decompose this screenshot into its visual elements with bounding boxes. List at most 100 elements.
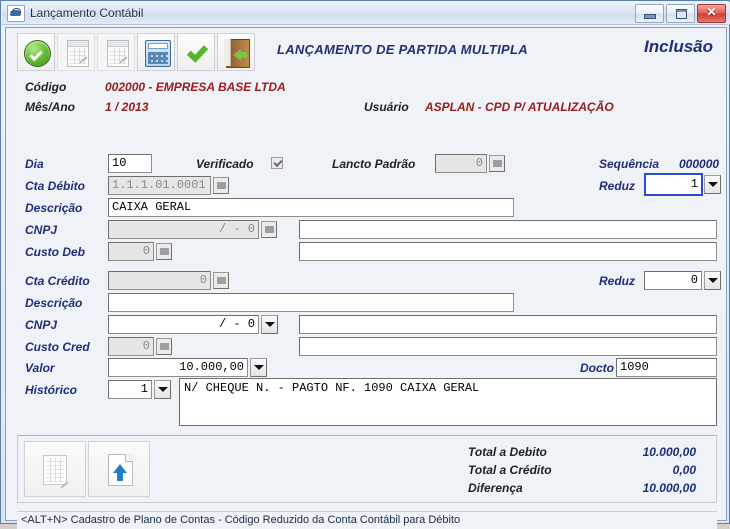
document-up-arrow-icon	[108, 454, 133, 486]
verificado-checkbox[interactable]	[271, 157, 283, 169]
green-check-icon	[185, 42, 209, 64]
reduz-debito-input[interactable]: 1	[644, 173, 703, 196]
dia-input[interactable]: 10	[108, 154, 152, 173]
application-window: Lançamento Contábil ✕ LANÇAMENTO DE PART…	[0, 0, 730, 529]
cta-credito-input: 0	[108, 271, 211, 290]
historico-label: Histórico	[25, 383, 78, 397]
lancto-padrao-lookup-button	[489, 155, 505, 172]
custo-cred-label: Custo Cred	[25, 340, 90, 354]
toolbar: LANÇAMENTO DE PARTIDA MULTIPLA Inclusão	[7, 29, 725, 76]
left-arrow-icon	[233, 49, 247, 61]
toolbar-buttons	[17, 33, 257, 71]
usuario-value: ASPLAN - CPD P/ ATUALIZAÇÃO	[425, 100, 614, 114]
diferenca-label: Diferença	[468, 481, 523, 495]
cnpj-debito-input: / - 0	[108, 220, 259, 239]
app-icon	[7, 4, 25, 22]
cta-debito-label: Cta Débito	[25, 179, 85, 193]
reduz-credito-dropdown-button[interactable]	[704, 271, 721, 290]
page-title: LANÇAMENTO DE PARTIDA MULTIPLA	[277, 42, 528, 57]
status-bar: <ALT+N> Cadastro de Plano de Contas - Có…	[17, 511, 717, 529]
totals-panel: Total a Debito 10.000,00 Total a Crédito…	[17, 435, 717, 503]
custo-deb-name-input[interactable]	[299, 242, 717, 261]
custo-deb-lookup-button	[156, 243, 172, 260]
cta-credito-lookup-button	[213, 272, 229, 289]
minimize-icon	[644, 14, 656, 19]
custo-cred-input: 0	[108, 337, 154, 356]
window-title: Lançamento Contábil	[30, 6, 144, 20]
descricao-credito-input[interactable]	[108, 293, 514, 312]
descricao-debito-label: Descrição	[25, 201, 83, 215]
close-button[interactable]: ✕	[697, 4, 726, 23]
calculator-button[interactable]	[137, 33, 175, 71]
codigo-value: 002000 - EMPRESA BASE LTDA	[105, 80, 286, 94]
pencil-icon	[79, 56, 88, 65]
cnpj-credito-name-input[interactable]	[299, 315, 717, 334]
client-area: LANÇAMENTO DE PARTIDA MULTIPLA Inclusão …	[5, 27, 727, 529]
diferenca-value: 10.000,00	[642, 481, 696, 495]
descricao-credito-label: Descrição	[25, 296, 83, 310]
valor-dropdown-button[interactable]	[250, 358, 267, 377]
import-button[interactable]	[88, 441, 150, 497]
mesano-value: 1 / 2013	[105, 100, 149, 114]
historico-dropdown-button[interactable]	[154, 380, 171, 399]
window-controls: ✕	[635, 4, 726, 23]
minimize-button[interactable]	[635, 4, 664, 23]
cnpj-debito-name-input[interactable]	[299, 220, 717, 239]
lancto-padrao-input: 0	[435, 154, 487, 173]
exit-door-icon	[224, 39, 250, 68]
cnpj-debito-lookup-button	[261, 221, 277, 238]
cnpj-debito-label: CNPJ	[25, 223, 58, 237]
total-credito-label: Total a Crédito	[468, 463, 552, 477]
cnpj-credito-dropdown-button[interactable]	[261, 315, 278, 334]
cta-debito-input: 1.1.1.01.0001	[108, 176, 211, 195]
maximize-button[interactable]	[666, 4, 695, 23]
cnpj-credito-label: CNPJ	[25, 318, 58, 332]
green-circle-check-icon	[24, 40, 51, 67]
verificado-label: Verificado	[196, 157, 254, 171]
total-credito-value: 0,00	[672, 463, 696, 477]
validate-button[interactable]	[177, 33, 215, 71]
sequencia-value: 000000	[679, 157, 720, 171]
close-icon: ✕	[706, 5, 717, 19]
cnpj-credito-input[interactable]: / - 0	[108, 315, 259, 334]
custo-deb-label: Custo Deb	[25, 245, 85, 259]
reduz-credito-input[interactable]: 0	[644, 271, 702, 290]
cta-debito-lookup-button	[213, 177, 229, 194]
ledger-button-1	[57, 33, 95, 71]
cta-credito-label: Cta Crédito	[25, 274, 90, 288]
mesano-label: Mês/Ano	[25, 100, 76, 114]
calculator-icon	[145, 40, 171, 67]
lancto-padrao-label: Lancto Padrão	[332, 157, 416, 171]
dia-label: Dia	[25, 157, 44, 171]
total-debito-value: 10.000,00	[642, 445, 696, 459]
mode-badge: Inclusão	[644, 37, 713, 56]
custo-deb-input: 0	[108, 242, 154, 261]
valor-label: Valor	[25, 361, 55, 375]
docto-label: Docto	[580, 361, 614, 375]
total-debito-label: Total a Debito	[468, 445, 547, 459]
descricao-debito-input[interactable]: CAIXA GERAL	[108, 198, 514, 217]
grid-button	[24, 441, 86, 497]
historico-textarea[interactable]: N/ CHEQUE N. - PAGTO NF. 1090 CAIXA GERA…	[179, 378, 717, 426]
custo-cred-name-input[interactable]	[299, 337, 717, 356]
historico-code-input[interactable]: 1	[108, 380, 152, 399]
valor-input[interactable]: 10.000,00	[108, 358, 248, 377]
entry-form: Dia 10 Verificado Lancto Padrão 0 Sequên…	[7, 119, 725, 429]
reduz-credito-label: Reduz	[599, 274, 635, 288]
pencil-icon	[119, 56, 128, 65]
custo-cred-lookup-button	[156, 338, 172, 355]
header-info: Código 002000 - EMPRESA BASE LTDA Mês/An…	[7, 75, 725, 120]
ledger-button-2	[97, 33, 135, 71]
title-bar: Lançamento Contábil ✕	[2, 2, 730, 25]
grid-edit-icon	[43, 455, 69, 489]
codigo-label: Código	[25, 80, 67, 94]
docto-input[interactable]: 1090	[616, 358, 717, 377]
sequencia-label: Sequência	[599, 157, 660, 171]
reduz-debito-label: Reduz	[599, 179, 635, 193]
exit-button[interactable]	[217, 33, 255, 71]
confirm-button[interactable]	[17, 33, 55, 71]
usuario-label: Usuário	[364, 100, 409, 114]
reduz-debito-dropdown-button[interactable]	[704, 175, 721, 194]
maximize-icon	[676, 9, 687, 19]
form-container: LANÇAMENTO DE PARTIDA MULTIPLA Inclusão …	[7, 29, 725, 529]
